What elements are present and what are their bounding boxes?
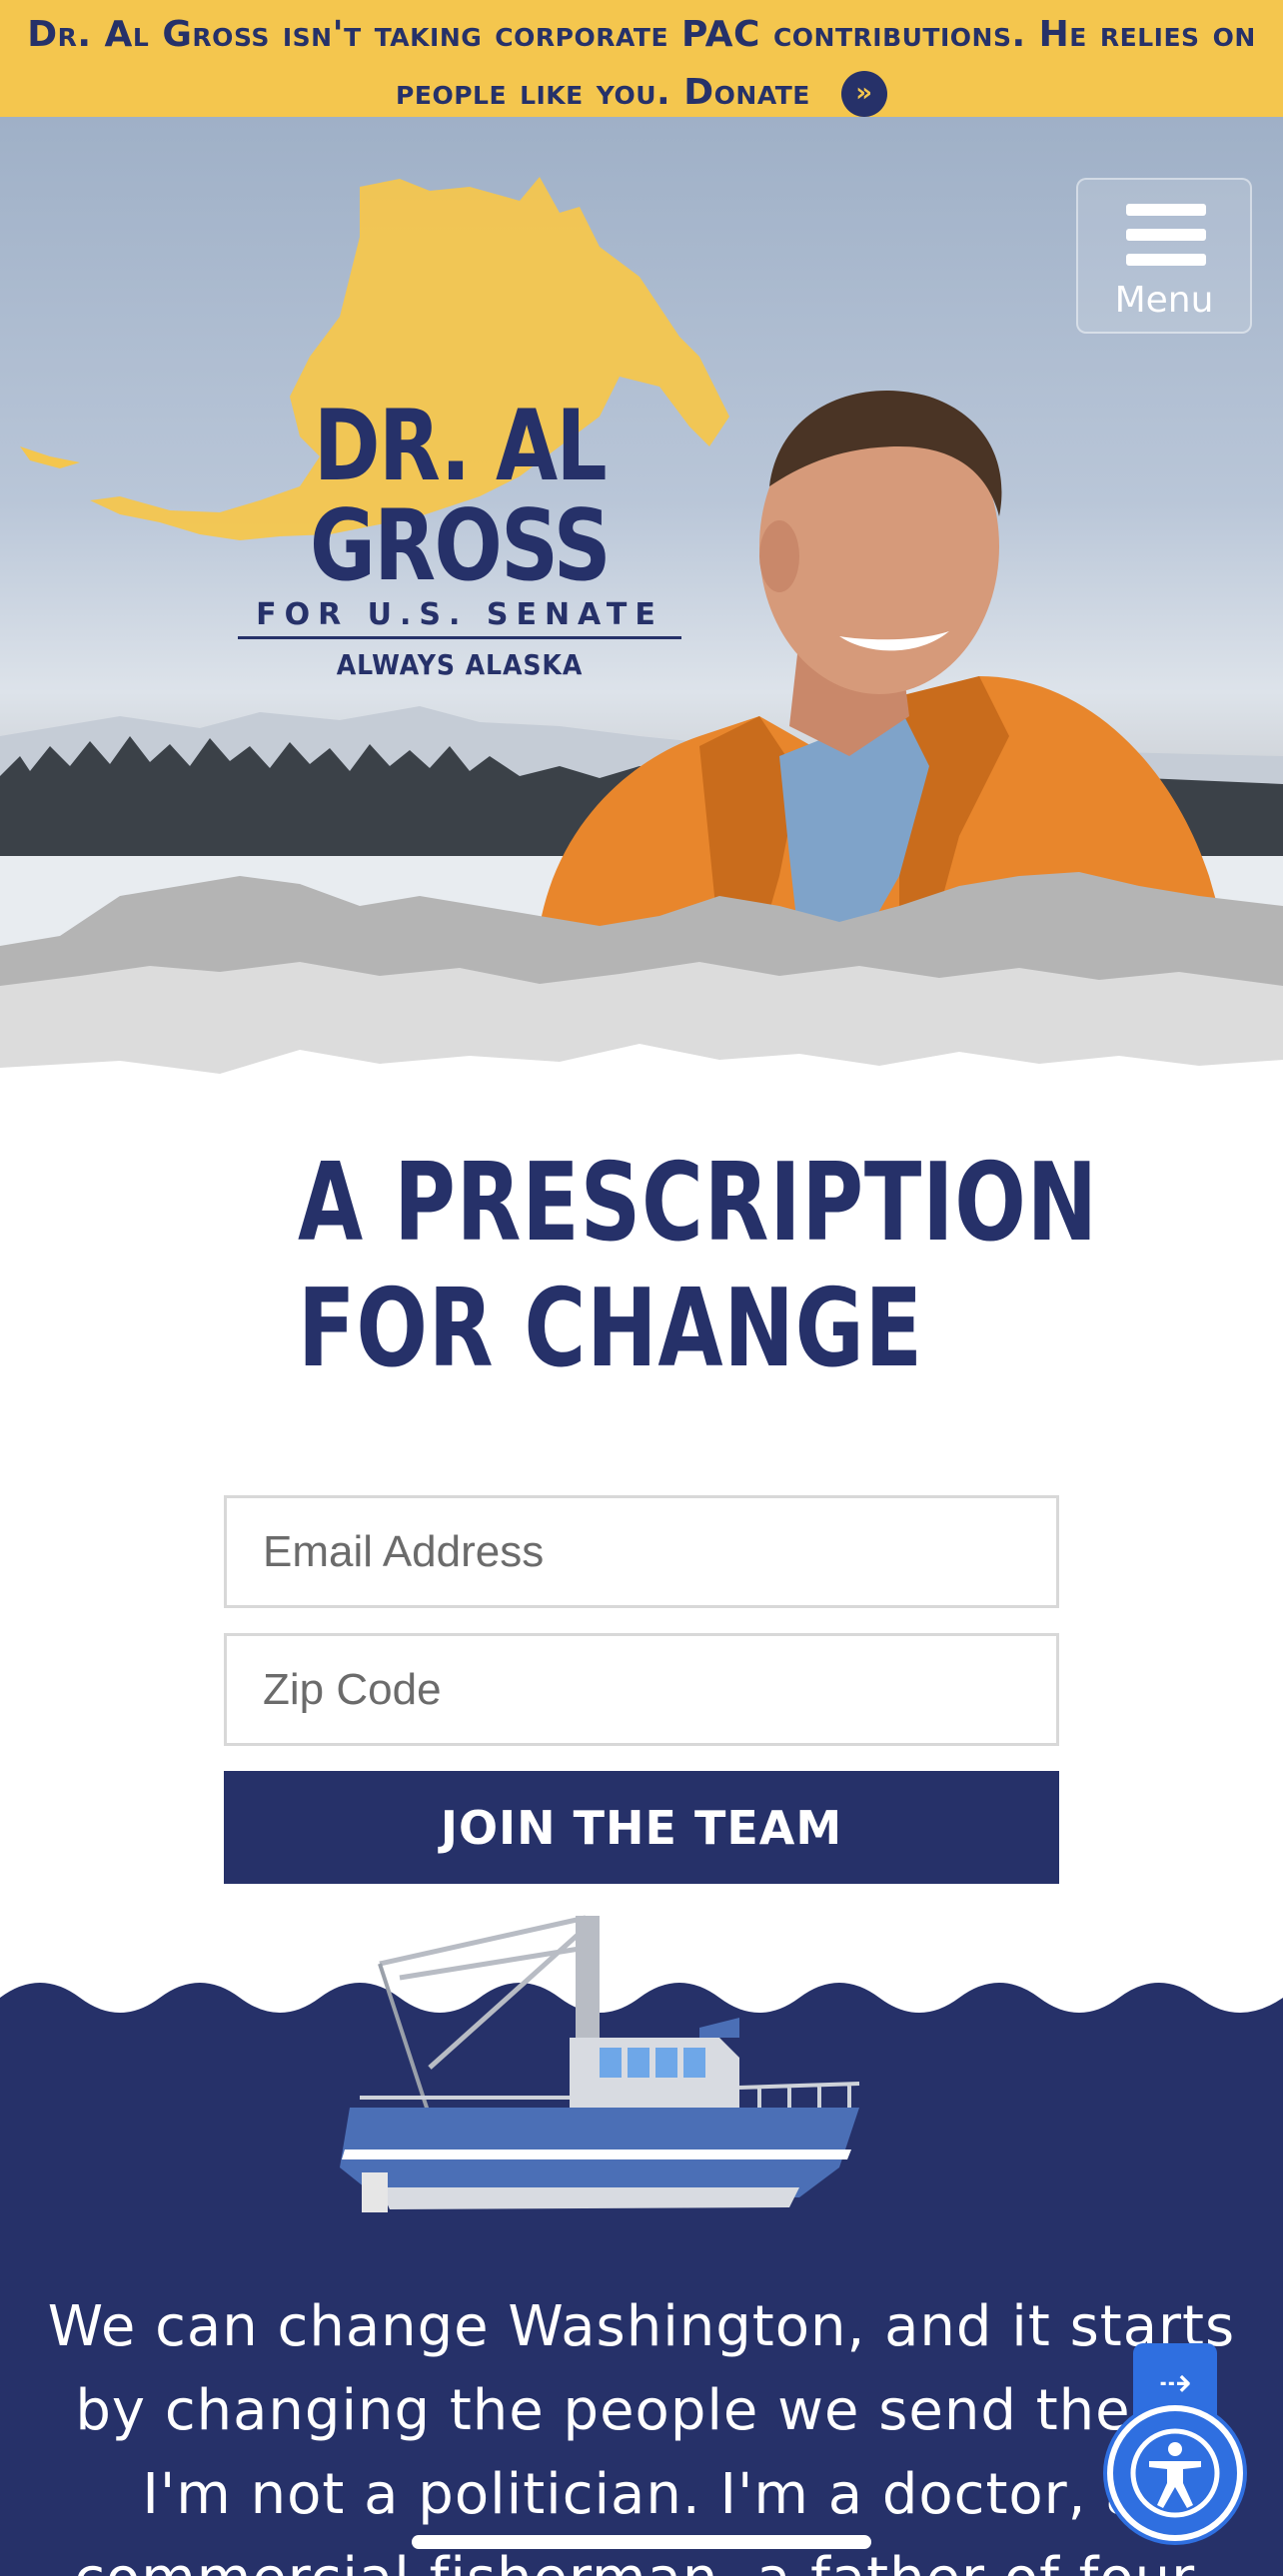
donate-link[interactable]: Donate <box>683 72 810 113</box>
double-chevron-right-icon[interactable]: » <box>840 71 887 117</box>
headline-line-1: A PRESCRIPTION <box>298 1141 1098 1266</box>
logo-name: DR. AL GROSS <box>309 390 612 603</box>
donate-banner[interactable]: Dr. Al Gross isn't taking corporate PAC … <box>0 0 1283 117</box>
story-paragraph: We can change Washington, and it starts … <box>47 2294 1236 2576</box>
accessibility-icon <box>1130 2428 1220 2518</box>
headline-line-2: FOR CHANGE <box>298 1267 923 1391</box>
zip-code-field[interactable] <box>224 1633 1059 1746</box>
banner-text: Dr. Al Gross isn't taking corporate PAC … <box>27 14 1256 113</box>
logo-subtitle: FOR U.S. SENATE <box>238 598 681 639</box>
menu-label: Menu <box>1114 280 1214 321</box>
page-title: A PRESCRIPTION FOR CHANGE <box>298 1141 1098 1392</box>
hamburger-icon <box>1126 204 1206 274</box>
campaign-logo[interactable]: DR. AL GROSS FOR U.S. SENATE ALWAYS ALAS… <box>190 397 729 683</box>
logo-tagline: ALWAYS ALASKA <box>336 648 584 681</box>
menu-button[interactable]: Menu <box>1076 178 1252 334</box>
email-field[interactable] <box>224 1495 1059 1608</box>
accessibility-button[interactable] <box>1107 2405 1243 2541</box>
join-the-team-button[interactable]: JOIN THE TEAM <box>224 1771 1059 1884</box>
home-indicator <box>412 2535 871 2549</box>
